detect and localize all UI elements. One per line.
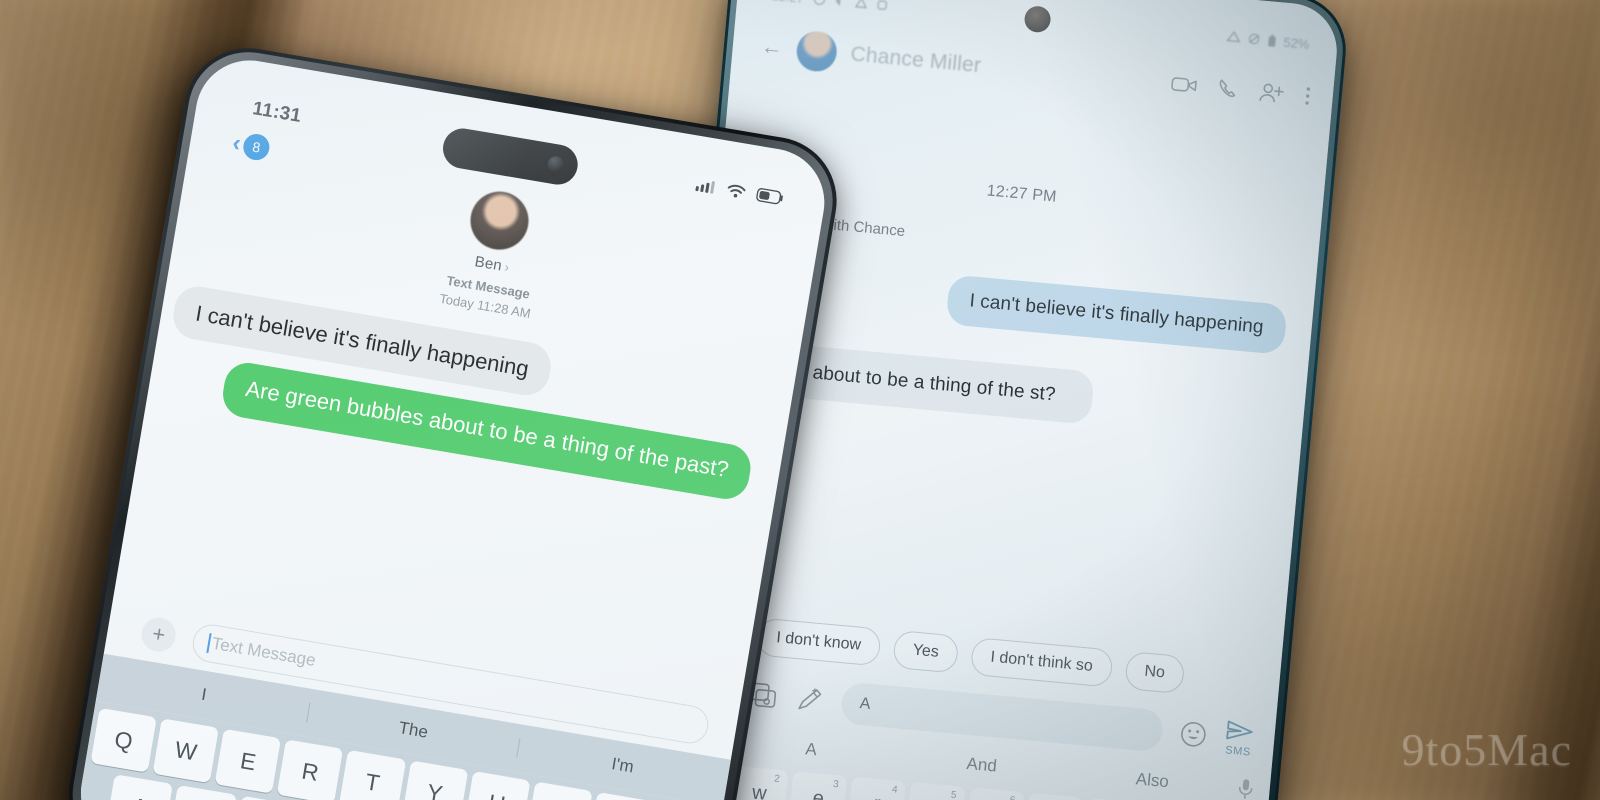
status-app-icon: [834, 0, 841, 7]
keyboard-key[interactable]: U: [463, 770, 531, 800]
keyboard-key-superscript: 2: [773, 773, 781, 785]
keyboard-key-superscript: 3: [832, 778, 840, 791]
wifi-icon: [727, 184, 746, 198]
status-app-icon: [813, 0, 825, 6]
keyboard-key[interactable]: u7: [1024, 792, 1083, 800]
keyboard-key[interactable]: Y: [401, 760, 469, 800]
front-camera-icon: [546, 154, 565, 174]
iphone-screen[interactable]: 11:31 ‹ 8 Ben› Text Message Today 11:28 …: [72, 52, 833, 800]
smart-reply-chip[interactable]: Yes: [892, 629, 960, 674]
keyboard-key[interactable]: E: [214, 728, 282, 794]
video-call-icon[interactable]: [1170, 74, 1198, 96]
android-status-right-icons: 52%: [1226, 29, 1310, 51]
sticker-pen-icon[interactable]: [795, 684, 825, 714]
mute-icon: [1248, 33, 1260, 45]
status-clock: 11:31: [251, 98, 303, 128]
emoji-icon[interactable]: [1179, 720, 1207, 748]
android-appbar-actions: [1170, 73, 1311, 108]
suggestion-word[interactable]: Also: [1066, 763, 1238, 798]
keyboard-key-superscript: 5: [950, 789, 957, 800]
keyboard-key-superscript: 4: [891, 784, 899, 796]
microphone-icon[interactable]: [1237, 777, 1255, 800]
signal-icon: [1226, 30, 1241, 43]
keyboard-key[interactable]: O: [588, 791, 655, 800]
iphone-phone: 11:31 ‹ 8 Ben› Text Message Today 11:28 …: [58, 38, 847, 800]
unread-badge: 8: [241, 132, 272, 163]
keyboard-key[interactable]: y6: [965, 787, 1025, 800]
message-input-placeholder: Text Message: [210, 633, 318, 670]
keyboard-key[interactable]: I: [525, 781, 593, 800]
contact-name-label: Ben: [473, 253, 504, 275]
add-attachment-button[interactable]: +: [139, 615, 179, 655]
suggestion-word[interactable]: And: [895, 748, 1067, 783]
send-button[interactable]: SMS: [1223, 718, 1256, 759]
message-input-text: A: [859, 694, 872, 713]
keyboard-key[interactable]: Q: [90, 707, 157, 773]
battery-icon: [756, 188, 783, 205]
add-people-icon[interactable]: [1258, 81, 1286, 105]
avatar[interactable]: [795, 29, 839, 74]
battery-percent-label: 52%: [1282, 34, 1311, 52]
cellular-bars-icon: [695, 181, 715, 194]
back-arrow-icon[interactable]: ←: [760, 33, 784, 61]
photo-scene: 12:27 52% ← Chance Miller: [0, 0, 1600, 800]
keyboard-key[interactable]: W: [152, 718, 220, 784]
status-time-value: 11:31: [251, 98, 303, 127]
keyboard-key[interactable]: S: [168, 784, 237, 800]
status-clock-icon: 12:27: [771, 0, 805, 5]
chevron-right-icon: ›: [503, 259, 511, 275]
status-app-icon: [876, 0, 887, 10]
overflow-menu-icon[interactable]: [1304, 85, 1312, 107]
conversation-title[interactable]: Chance Miller: [850, 43, 1159, 95]
message-bubble-outgoing[interactable]: I can't believe it's finally happening: [945, 274, 1288, 355]
keyboard-key-superscript: 6: [1009, 795, 1016, 800]
send-button-label: SMS: [1224, 744, 1252, 759]
keyboard-key[interactable]: A: [105, 774, 174, 800]
avatar[interactable]: [466, 187, 533, 255]
keyboard-key[interactable]: R: [276, 739, 344, 800]
suggestion-word[interactable]: A: [725, 732, 897, 767]
phone-call-icon[interactable]: [1216, 77, 1240, 101]
status-app-icon: [854, 0, 867, 9]
keyboard-key[interactable]: t5: [906, 781, 966, 800]
battery-icon: [1268, 34, 1276, 47]
back-chevron-icon: ‹: [230, 129, 243, 158]
send-plane-icon: [1226, 720, 1253, 740]
iphone-status-right-icons: [695, 177, 784, 205]
keyboard-key[interactable]: T: [339, 749, 406, 800]
keyboard-key[interactable]: e3: [789, 771, 848, 800]
android-status-left-icons: 12:27: [771, 0, 888, 13]
smart-reply-chip[interactable]: No: [1123, 650, 1186, 695]
keyboard-key[interactable]: r4: [847, 776, 907, 800]
